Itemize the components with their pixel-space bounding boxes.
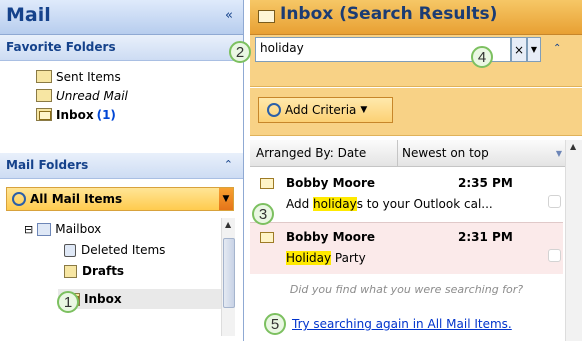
tree-item-mailbox[interactable]: ⊟ Mailbox — [24, 219, 101, 239]
subject-text: s to your Outlook cal... — [356, 197, 493, 211]
unread-count: (1) — [96, 107, 116, 122]
envelope-icon — [260, 178, 274, 189]
envelope-icon — [258, 10, 275, 23]
sort-order-button[interactable]: Newest on top ▼ — [398, 146, 582, 160]
collapse-pane-icon[interactable]: « — [225, 8, 233, 23]
search-all-mail-items-link[interactable]: Try searching again in All Mail Items. — [292, 317, 512, 331]
scroll-up-icon[interactable]: ▲ — [225, 220, 231, 229]
mailbox-icon — [37, 222, 52, 236]
navigation-pane: Mail « Favorite Folders Sent Items Unrea… — [0, 0, 244, 341]
collapse-section-icon[interactable]: ⌃ — [224, 158, 233, 171]
search-folder-icon — [36, 89, 52, 102]
add-criteria-button[interactable]: Add Criteria ▼ — [258, 97, 393, 123]
message-list-scrollbar[interactable]: ▲ — [565, 140, 582, 341]
search-hit-highlight: Holiday — [286, 251, 332, 265]
message-time: 2:31 PM — [458, 230, 513, 244]
folder-tree: ⊟ Mailbox Deleted Items Drafts Inbox — [0, 215, 244, 341]
inbox-pane: Inbox (Search Results) holiday × ▼ ⌃ Add… — [250, 0, 582, 341]
sort-order-label: Newest on top — [402, 146, 489, 160]
tree-item-label: Deleted Items — [81, 243, 166, 257]
favorite-item-label: Inbox — [56, 107, 94, 122]
clear-search-icon[interactable]: × — [511, 37, 527, 62]
chevron-down-icon[interactable]: ▼ — [219, 188, 233, 210]
arranged-by-button[interactable]: Arranged By: Date — [250, 140, 398, 166]
tree-item-label: Mailbox — [55, 222, 102, 236]
inbox-title: Inbox (Search Results) — [280, 4, 498, 24]
tree-item-label: Inbox — [84, 292, 122, 306]
search-feedback-notice: Did you find what you were searching for… — [289, 283, 524, 296]
inbox-folder-icon — [36, 108, 52, 121]
mail-folders-header[interactable]: Mail Folders ⌃ — [0, 153, 243, 179]
callout-badge: 5 — [264, 313, 286, 335]
folder-scrollbar[interactable]: ▲ — [221, 218, 235, 336]
subject-text: Party — [331, 251, 366, 265]
favorite-item-inbox[interactable]: Inbox (1) — [0, 105, 243, 124]
message-row[interactable]: Bobby Moore 2:31 PM Holiday Party — [250, 222, 563, 274]
instant-search-bar: holiday × ▼ ⌃ — [250, 35, 582, 87]
callout-badge: 4 — [471, 46, 493, 68]
mail-title: Mail — [6, 4, 51, 26]
mail-header: Mail « — [0, 0, 243, 35]
drafts-icon — [64, 264, 77, 278]
trash-icon — [64, 243, 76, 257]
callout-badge: 1 — [57, 291, 79, 313]
tree-item-label: Drafts — [82, 264, 125, 278]
scroll-up-icon[interactable]: ▲ — [570, 142, 576, 151]
favorite-folders-list: Sent Items Unread Mail Inbox (1) — [0, 61, 243, 153]
all-mail-items-selector[interactable]: All Mail Items ▼ — [6, 187, 234, 211]
all-mail-items-label: All Mail Items — [30, 192, 123, 206]
flag-icon[interactable] — [548, 195, 561, 208]
callout-badge: 2 — [229, 41, 251, 63]
search-folder-icon — [12, 192, 26, 206]
tree-item-inbox[interactable]: Inbox — [58, 289, 226, 309]
favorite-item-unread-mail[interactable]: Unread Mail — [0, 86, 243, 105]
arrangement-bar: Arranged By: Date Newest on top ▼ — [250, 140, 582, 167]
mail-folders-title: Mail Folders — [6, 158, 89, 172]
collapse-tree-icon[interactable]: ⊟ — [24, 223, 33, 236]
inbox-header: Inbox (Search Results) — [250, 0, 582, 35]
scrollbar-thumb[interactable] — [223, 238, 235, 308]
message-time: 2:35 PM — [458, 176, 513, 190]
search-icon — [267, 103, 281, 117]
favorite-folders-title: Favorite Folders — [6, 40, 116, 54]
callout-badge: 3 — [252, 203, 274, 225]
favorite-item-sent-items[interactable]: Sent Items — [0, 67, 243, 86]
favorite-folders-header[interactable]: Favorite Folders — [0, 35, 243, 61]
tree-item-deleted-items[interactable]: Deleted Items — [64, 240, 165, 260]
search-options-dropdown-icon[interactable]: ▼ — [527, 37, 541, 62]
favorite-item-label: Unread Mail — [56, 88, 128, 103]
message-row[interactable]: Bobby Moore 2:35 PM Add holidays to your… — [250, 169, 563, 221]
chevron-down-icon: ▼ — [555, 148, 562, 158]
tree-item-drafts[interactable]: Drafts — [64, 261, 124, 281]
add-criteria-label: Add Criteria — [285, 103, 357, 117]
expand-query-builder-icon[interactable]: ⌃ — [553, 43, 561, 54]
favorite-item-label: Sent Items — [56, 69, 121, 84]
chevron-down-icon: ▼ — [360, 105, 368, 115]
message-subject: Add holidays to your Outlook cal... — [286, 197, 493, 211]
envelope-icon — [260, 232, 274, 243]
subject-text: Add — [286, 197, 314, 211]
sent-folder-icon — [36, 70, 52, 83]
search-hit-highlight: holiday — [313, 197, 357, 211]
message-subject: Holiday Party — [286, 251, 366, 265]
message-sender: Bobby Moore — [286, 176, 376, 190]
message-sender: Bobby Moore — [286, 230, 376, 244]
flag-icon[interactable] — [548, 249, 561, 262]
